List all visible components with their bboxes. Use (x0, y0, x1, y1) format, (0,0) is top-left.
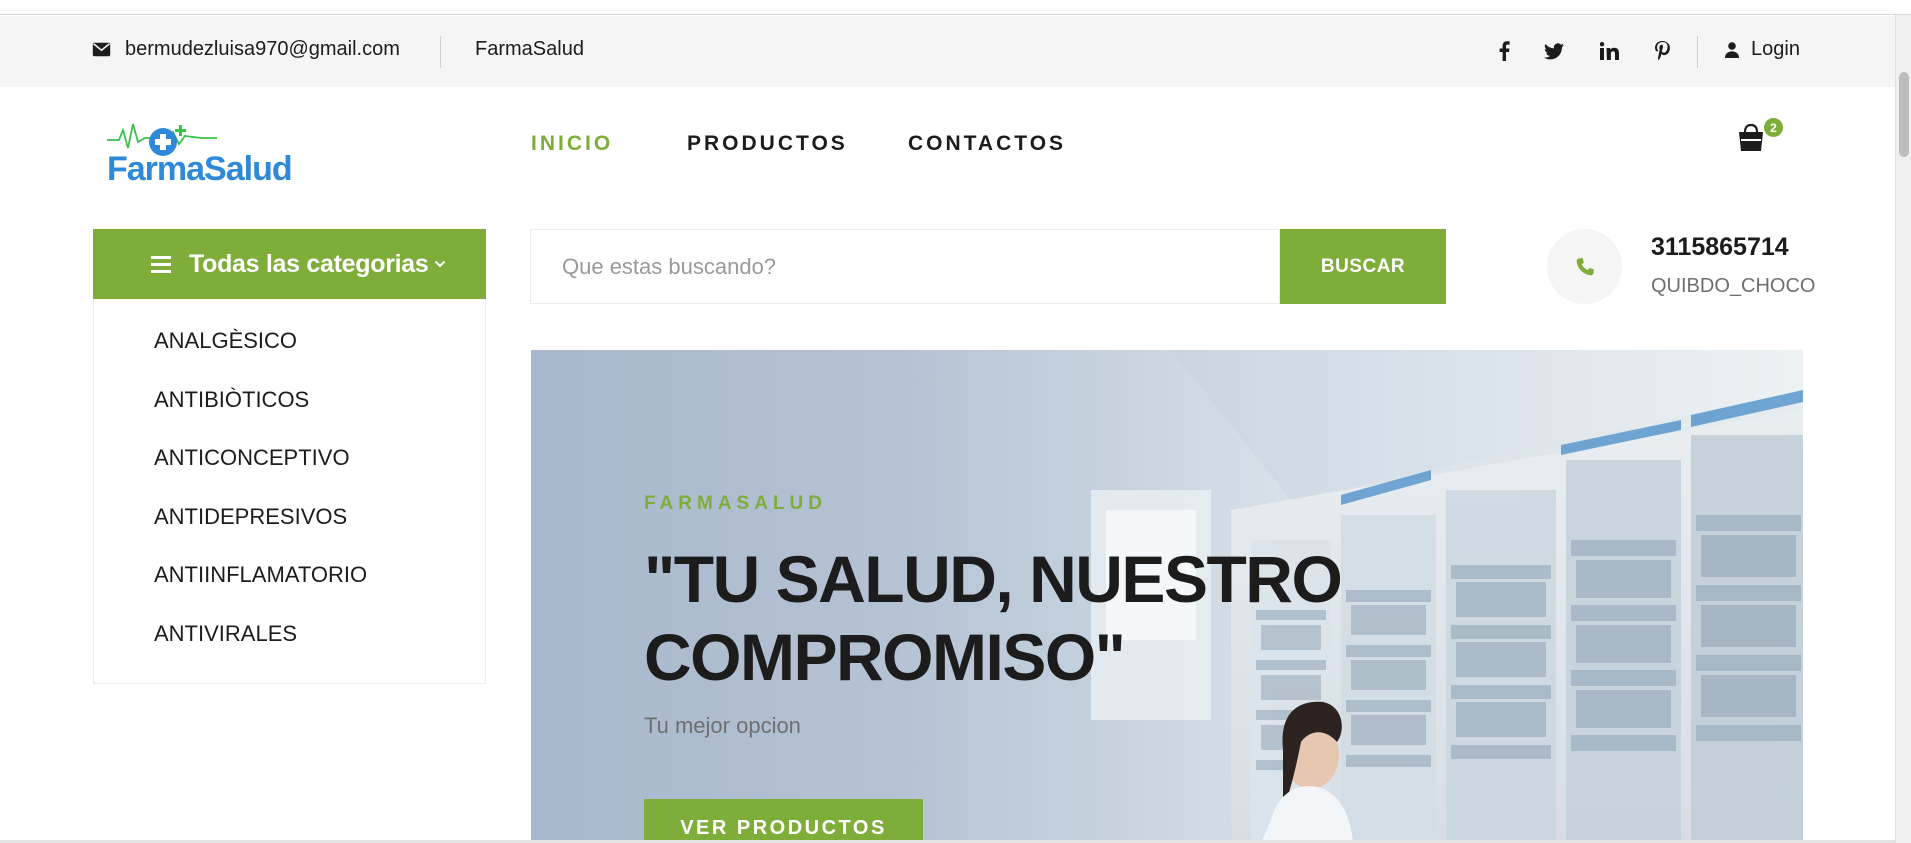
top-bar: bermudezluisa970@gmail.com FarmaSalud Lo… (0, 16, 1895, 87)
cart-count-badge: 2 (1764, 118, 1783, 137)
search-box (530, 229, 1280, 304)
hero-banner: FARMASALUD "TU SALUD, NUESTRO COMPROMISO… (531, 350, 1803, 843)
hero-subtitle: Tu mejor opcion (644, 713, 801, 738)
header-brand: FarmaSalud (475, 38, 584, 60)
nav-contactos[interactable]: CONTACTOS (908, 132, 1066, 156)
login-link[interactable]: Login (1725, 38, 1800, 61)
cart-button[interactable]: 2 (1736, 118, 1783, 159)
pinterest-icon[interactable] (1650, 39, 1674, 63)
logo-text: FarmaSalud (107, 150, 293, 188)
category-item[interactable]: ANTIVIRALES (154, 621, 297, 647)
category-item[interactable]: ANTIINFLAMATORIO (154, 562, 367, 588)
browser-top-edge (0, 0, 1911, 15)
divider (1697, 36, 1698, 68)
vertical-scrollbar[interactable] (1895, 15, 1911, 843)
header-email[interactable]: bermudezluisa970@gmail.com (92, 38, 400, 61)
search-input[interactable] (531, 230, 1279, 303)
hamburger-icon (151, 255, 171, 273)
phone-icon-circle (1547, 229, 1622, 304)
linkedin-icon[interactable] (1597, 39, 1621, 63)
search-button[interactable]: BUSCAR (1280, 229, 1446, 304)
envelope-icon (92, 42, 111, 57)
categories-dropdown[interactable]: Todas las categorias (93, 229, 486, 299)
categories-title: Todas las categorias (189, 249, 429, 278)
login-label: Login (1751, 38, 1800, 60)
category-item[interactable]: ANTICONCEPTIVO (154, 445, 350, 471)
phone-number: 3115865714 (1651, 233, 1789, 261)
nav-inicio[interactable]: INICIO (531, 132, 613, 156)
divider (440, 36, 441, 68)
category-item[interactable]: ANTIBIÒTICOS (154, 387, 309, 413)
site-logo[interactable]: FarmaSalud (105, 120, 293, 192)
shopping-bag-icon (1739, 123, 1763, 151)
twitter-icon[interactable] (1542, 39, 1566, 63)
categories-list: ANALGÈSICO ANTIBIÒTICOS ANTICONCEPTIVO A… (93, 299, 486, 684)
facebook-icon[interactable] (1492, 39, 1516, 63)
user-icon (1725, 41, 1739, 58)
chevron-down-icon (435, 260, 446, 268)
hero-headline: "TU SALUD, NUESTRO COMPROMISO" (644, 542, 1343, 694)
nav-productos[interactable]: PRODUCTOS (687, 132, 848, 156)
scrollbar-thumb[interactable] (1899, 72, 1909, 157)
phone-icon (1576, 257, 1594, 275)
phone-city: QUIBDO_CHOCO (1651, 275, 1816, 297)
hero-eyebrow: FARMASALUD (644, 493, 827, 514)
category-item[interactable]: ANTIDEPRESIVOS (154, 504, 347, 530)
email-text: bermudezluisa970@gmail.com (125, 38, 400, 60)
category-item[interactable]: ANALGÈSICO (154, 328, 297, 354)
ver-productos-button[interactable]: VER PRODUCTOS (644, 799, 923, 843)
